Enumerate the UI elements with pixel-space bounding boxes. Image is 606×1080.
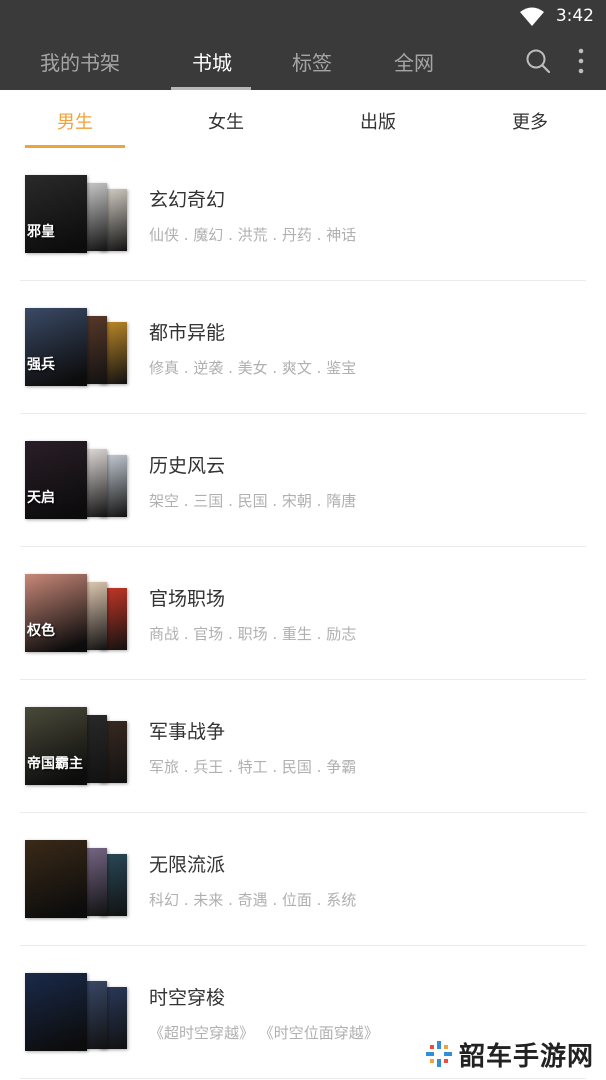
tab-bookshelf[interactable]: 我的书架 [40, 47, 120, 76]
genre-title: 无限流派 [149, 854, 226, 876]
cover-title-text: 邪皇 [27, 224, 55, 240]
book-cover-image: 权色 [25, 574, 87, 652]
cat-tab-male[interactable]: 男生 [25, 108, 125, 134]
book-cover-image: 邪皇 [25, 175, 87, 253]
genre-tags: 科幻 . 未来 . 奇遇 . 位面 . 系统 [149, 891, 357, 909]
cat-tab-publish[interactable]: 出版 [328, 108, 428, 134]
status-bar: 3:42 [0, 0, 606, 32]
genre-row[interactable]: 天启 历史风云架空 . 三国 . 民国 . 宋朝 . 隋唐 [0, 414, 606, 547]
genre-row[interactable]: 无限流派科幻 . 未来 . 奇遇 . 位面 . 系统 [0, 813, 606, 946]
status-time: 3:42 [555, 6, 594, 26]
book-cover-image: 天启 [25, 441, 87, 519]
search-icon[interactable] [525, 48, 551, 74]
genre-title: 历史风云 [149, 455, 226, 477]
more-vert-icon[interactable] [572, 46, 590, 76]
book-cover-image: 帝国霸主 [25, 707, 87, 785]
book-cover-image [25, 973, 87, 1051]
cover-title-text: 天启 [27, 490, 55, 506]
cover-title-text: 权色 [27, 623, 55, 639]
genre-tags: 《超时空穿越》 《时空位面穿越》 [149, 1024, 379, 1042]
genre-cover-stack: 帝国霸主 [25, 707, 129, 787]
book-cover-image [25, 840, 87, 918]
tab-tags[interactable]: 标签 [292, 47, 332, 76]
site-watermark: 韶车手游网 [425, 1036, 594, 1072]
genre-cover-stack: 强兵 [25, 308, 129, 388]
genre-title: 军事战争 [149, 721, 226, 743]
cat-tab-female[interactable]: 女生 [176, 108, 276, 134]
genre-tags: 商战 . 官场 . 职场 . 重生 . 励志 [149, 625, 357, 643]
genre-row[interactable]: 帝国霸主 军事战争军旅 . 兵王 . 特工 . 民国 . 争霸 [0, 680, 606, 813]
genre-tags: 仙侠 . 魔幻 . 洪荒 . 丹药 . 神话 [149, 226, 357, 244]
genre-cover-stack [25, 840, 129, 920]
genre-title: 玄幻奇幻 [149, 189, 226, 211]
genre-cover-stack: 天启 [25, 441, 129, 521]
tab-bookstore[interactable]: 书城 [192, 47, 232, 76]
row-divider [20, 1078, 586, 1079]
watermark-text: 韶车手游网 [458, 1041, 594, 1072]
genre-title: 官场职场 [149, 588, 226, 610]
tab-web[interactable]: 全网 [394, 47, 434, 76]
top-bar: 3:42 我的书架 书城 标签 全网 [0, 0, 606, 90]
genre-row[interactable]: 邪皇 玄幻奇幻仙侠 . 魔幻 . 洪荒 . 丹药 . 神话 [0, 148, 606, 281]
category-tabs: 男生 女生 出版 更多 [0, 90, 606, 148]
genre-tags: 修真 . 逆袭 . 美女 . 爽文 . 鉴宝 [149, 359, 357, 377]
genre-title: 都市异能 [149, 322, 226, 344]
genre-tags: 军旅 . 兵王 . 特工 . 民国 . 争霸 [149, 758, 357, 776]
genre-cover-stack [25, 973, 129, 1053]
book-cover-image: 强兵 [25, 308, 87, 386]
wifi-icon [520, 7, 544, 26]
genre-row[interactable]: 强兵 都市异能修真 . 逆袭 . 美女 . 爽文 . 鉴宝 [0, 281, 606, 414]
genre-cover-stack: 权色 [25, 574, 129, 654]
cover-title-text: 帝国霸主 [27, 756, 83, 772]
cat-tab-more[interactable]: 更多 [480, 108, 580, 134]
genre-tags: 架空 . 三国 . 民国 . 宋朝 . 隋唐 [149, 492, 357, 510]
genre-cover-stack: 邪皇 [25, 175, 129, 255]
watermark-logo-icon [425, 1041, 452, 1067]
app-bar: 我的书架 书城 标签 全网 [0, 32, 606, 90]
genre-title: 时空穿梭 [149, 987, 226, 1009]
cover-title-text: 强兵 [27, 357, 55, 373]
genre-row[interactable]: 权色 官场职场商战 . 官场 . 职场 . 重生 . 励志 [0, 547, 606, 680]
